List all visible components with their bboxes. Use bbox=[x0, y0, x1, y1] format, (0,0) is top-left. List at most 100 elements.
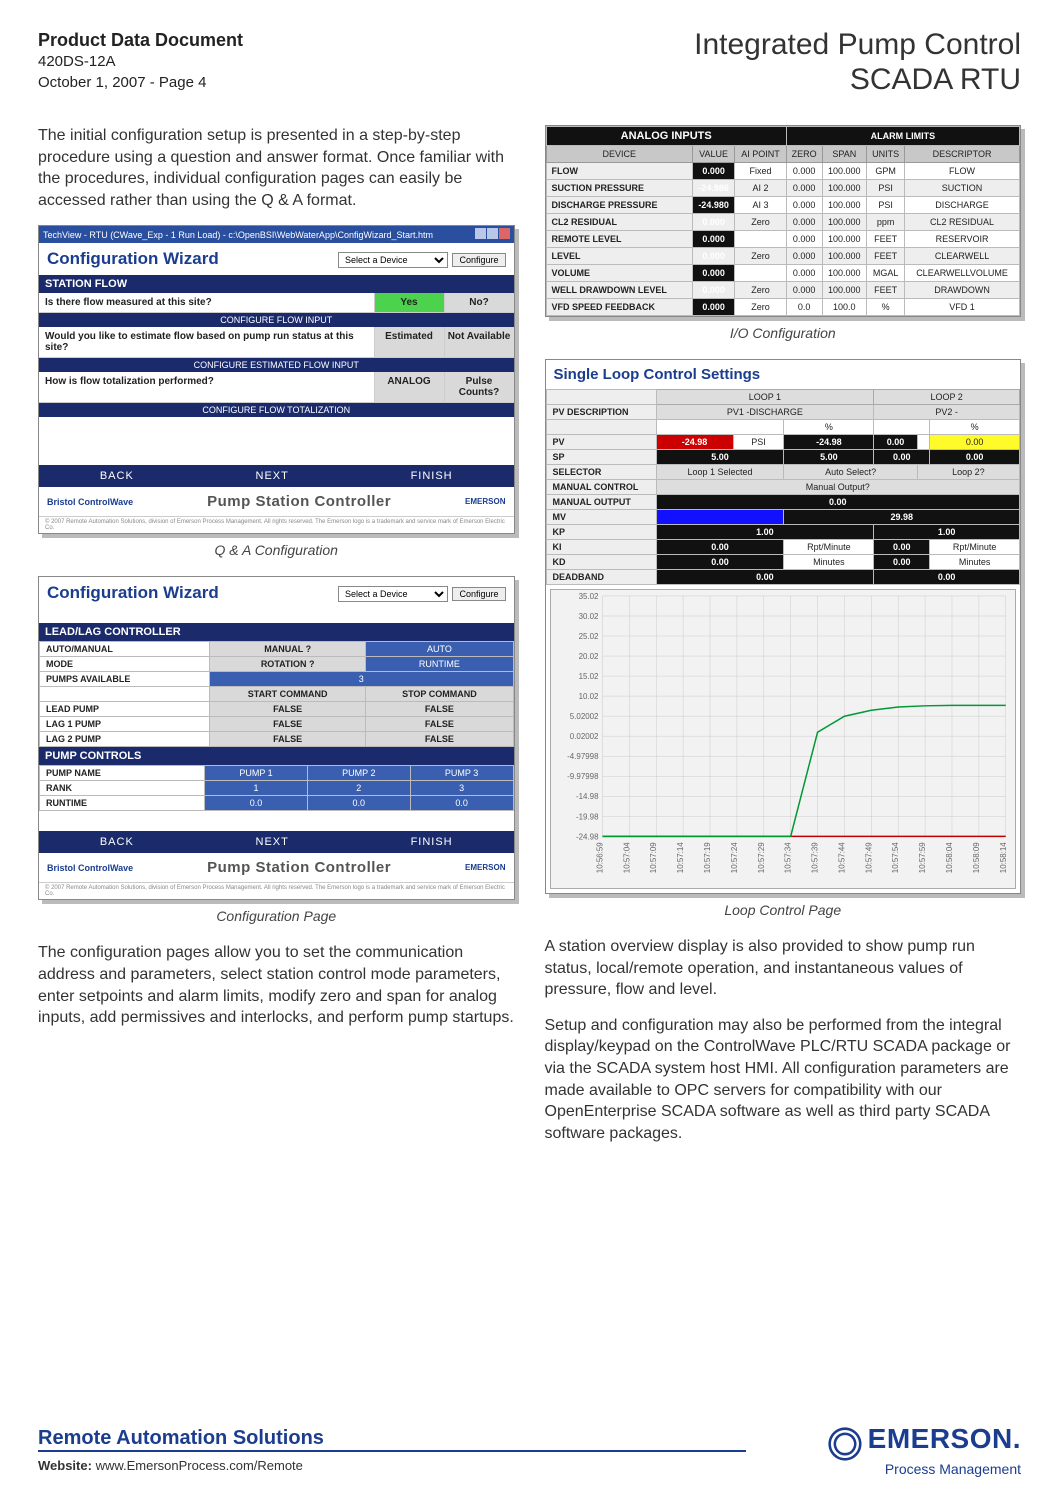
io-config-figure: ANALOG INPUTSALARM LIMITS DEVICE VALUE A… bbox=[545, 125, 1022, 317]
ai-value: 0.000 bbox=[692, 265, 734, 282]
section-station-flow: STATION FLOW bbox=[39, 275, 514, 293]
ai-device: VOLUME bbox=[546, 265, 692, 282]
q3-analog-button[interactable]: ANALOG bbox=[374, 372, 444, 402]
ai-zero[interactable]: 0.000 bbox=[786, 248, 822, 265]
svg-text:10:58:04: 10:58:04 bbox=[944, 842, 953, 873]
ai-units[interactable]: FEET bbox=[867, 282, 905, 299]
q1-yes-button[interactable]: Yes bbox=[374, 293, 444, 312]
runtime-button[interactable]: RUNTIME bbox=[366, 657, 513, 672]
ai-span[interactable]: 100.000 bbox=[822, 248, 867, 265]
ai-span[interactable]: 100.000 bbox=[822, 231, 867, 248]
ai-span[interactable]: 100.000 bbox=[822, 214, 867, 231]
emerson-brand: EMERSON. bbox=[868, 1423, 1021, 1454]
copyright-tiny-2: © 2007 Remote Automation Solutions, divi… bbox=[39, 882, 514, 899]
sub-configure-flow-total[interactable]: CONFIGURE FLOW TOTALIZATION bbox=[39, 403, 514, 417]
ai-zero[interactable]: 0.000 bbox=[786, 231, 822, 248]
ai-units[interactable]: ppm bbox=[867, 214, 905, 231]
configure-button-2[interactable]: Configure bbox=[452, 587, 505, 601]
ai-point[interactable]: Zero bbox=[735, 248, 787, 265]
ai-point[interactable] bbox=[735, 231, 787, 248]
ai-zero[interactable]: 0.000 bbox=[786, 197, 822, 214]
doc-date: October 1, 2007 - Page 4 bbox=[38, 73, 243, 93]
back-button[interactable]: BACK bbox=[100, 470, 134, 482]
finish-button-2[interactable]: FINISH bbox=[411, 836, 453, 848]
ai-point[interactable] bbox=[735, 265, 787, 282]
intro-paragraph: The initial configuration setup is prese… bbox=[38, 125, 515, 211]
auto-button[interactable]: AUTO bbox=[366, 642, 513, 657]
ai-zero[interactable]: 0.000 bbox=[786, 265, 822, 282]
ai-span[interactable]: 100.000 bbox=[822, 180, 867, 197]
ai-point[interactable]: Zero bbox=[735, 282, 787, 299]
ai-descriptor[interactable]: DRAWDOWN bbox=[905, 282, 1020, 299]
rotation-button[interactable]: ROTATION ? bbox=[209, 657, 365, 672]
maximize-icon[interactable] bbox=[487, 228, 498, 239]
next-button-2[interactable]: NEXT bbox=[256, 836, 289, 848]
ai-units[interactable]: MGAL bbox=[867, 265, 905, 282]
ai-point[interactable]: Fixed bbox=[735, 163, 787, 180]
q2-notavail-button[interactable]: Not Available bbox=[444, 327, 514, 357]
ai-units[interactable]: % bbox=[867, 299, 905, 316]
ai-descriptor[interactable]: CL2 RESIDUAL bbox=[905, 214, 1020, 231]
ai-descriptor[interactable]: FLOW bbox=[905, 163, 1020, 180]
svg-text:10:57:39: 10:57:39 bbox=[810, 842, 819, 873]
ai-descriptor[interactable]: VFD 1 bbox=[905, 299, 1020, 316]
ai-device: VFD SPEED FEEDBACK bbox=[546, 299, 692, 316]
back-button-2[interactable]: BACK bbox=[100, 836, 134, 848]
ai-span[interactable]: 100.000 bbox=[822, 265, 867, 282]
ai-row: LEVEL0.000Zero0.000100.000FEETCLEARWELL bbox=[546, 248, 1020, 265]
ai-descriptor[interactable]: DISCHARGE bbox=[905, 197, 1020, 214]
pumps-available-value[interactable]: 3 bbox=[209, 672, 513, 687]
ai-span[interactable]: 100.000 bbox=[822, 197, 867, 214]
ai-zero[interactable]: 0.000 bbox=[786, 163, 822, 180]
sub-configure-flow-input[interactable]: CONFIGURE FLOW INPUT bbox=[39, 313, 514, 327]
finish-button[interactable]: FINISH bbox=[411, 470, 453, 482]
manual-button[interactable]: MANUAL ? bbox=[209, 642, 365, 657]
process-management: Process Management bbox=[828, 1461, 1021, 1477]
device-select-2[interactable]: Select a Device bbox=[338, 586, 448, 602]
svg-text:30.02: 30.02 bbox=[578, 612, 598, 621]
q1-text: Is there flow measured at this site? bbox=[39, 293, 374, 312]
ai-row: DISCHARGE PRESSURE-24.980AI 30.000100.00… bbox=[546, 197, 1020, 214]
svg-text:-19.98: -19.98 bbox=[575, 812, 598, 821]
loop-trend-chart: 35.0230.0225.0220.0215.0210.025.020020.0… bbox=[550, 589, 1017, 889]
ai-descriptor[interactable]: RESERVOIR bbox=[905, 231, 1020, 248]
wizard-header-2: Configuration Wizard Select a Device Con… bbox=[39, 577, 514, 609]
ai-zero[interactable]: 0.000 bbox=[786, 214, 822, 231]
ai-descriptor[interactable]: CLEARWELL bbox=[905, 248, 1020, 265]
sub-configure-estimated-flow[interactable]: CONFIGURE ESTIMATED FLOW INPUT bbox=[39, 358, 514, 372]
minimize-icon[interactable] bbox=[475, 228, 486, 239]
ai-span[interactable]: 100.000 bbox=[822, 282, 867, 299]
ai-zero[interactable]: 0.000 bbox=[786, 180, 822, 197]
ai-zero[interactable]: 0.0 bbox=[786, 299, 822, 316]
svg-text:10:57:24: 10:57:24 bbox=[729, 842, 738, 873]
ai-point[interactable]: Zero bbox=[735, 299, 787, 316]
svg-text:0.02002: 0.02002 bbox=[569, 732, 598, 741]
ai-point[interactable]: Zero bbox=[735, 214, 787, 231]
svg-text:10:57:44: 10:57:44 bbox=[837, 842, 846, 873]
q3-text: How is flow totalization performed? bbox=[39, 372, 374, 402]
wizard-footer-2: Bristol ControlWave Pump Station Control… bbox=[39, 853, 514, 882]
ai-value: 0.000 bbox=[692, 163, 734, 180]
ai-descriptor[interactable]: CLEARWELLVOLUME bbox=[905, 265, 1020, 282]
close-icon[interactable] bbox=[499, 228, 510, 239]
ai-units[interactable]: PSI bbox=[867, 197, 905, 214]
loop-title: Single Loop Control Settings bbox=[546, 360, 1021, 389]
ai-point[interactable]: AI 3 bbox=[735, 197, 787, 214]
configure-button[interactable]: Configure bbox=[452, 253, 505, 267]
q3-pulse-button[interactable]: Pulse Counts? bbox=[444, 372, 514, 402]
ai-units[interactable]: GPM bbox=[867, 163, 905, 180]
ai-units[interactable]: FEET bbox=[867, 231, 905, 248]
ai-units[interactable]: FEET bbox=[867, 248, 905, 265]
ai-row: SUCTION PRESSURE-24.986AI 20.000100.000P… bbox=[546, 180, 1020, 197]
ai-point[interactable]: AI 2 bbox=[735, 180, 787, 197]
ai-zero[interactable]: 0.000 bbox=[786, 282, 822, 299]
window-controls[interactable] bbox=[474, 228, 510, 241]
ai-span[interactable]: 100.000 bbox=[822, 163, 867, 180]
q1-no-button[interactable]: No? bbox=[444, 293, 514, 312]
device-select[interactable]: Select a Device bbox=[338, 252, 448, 268]
q2-estimated-button[interactable]: Estimated bbox=[374, 327, 444, 357]
ai-units[interactable]: PSI bbox=[867, 180, 905, 197]
ai-descriptor[interactable]: SUCTION bbox=[905, 180, 1020, 197]
ai-span[interactable]: 100.0 bbox=[822, 299, 867, 316]
next-button[interactable]: NEXT bbox=[256, 470, 289, 482]
